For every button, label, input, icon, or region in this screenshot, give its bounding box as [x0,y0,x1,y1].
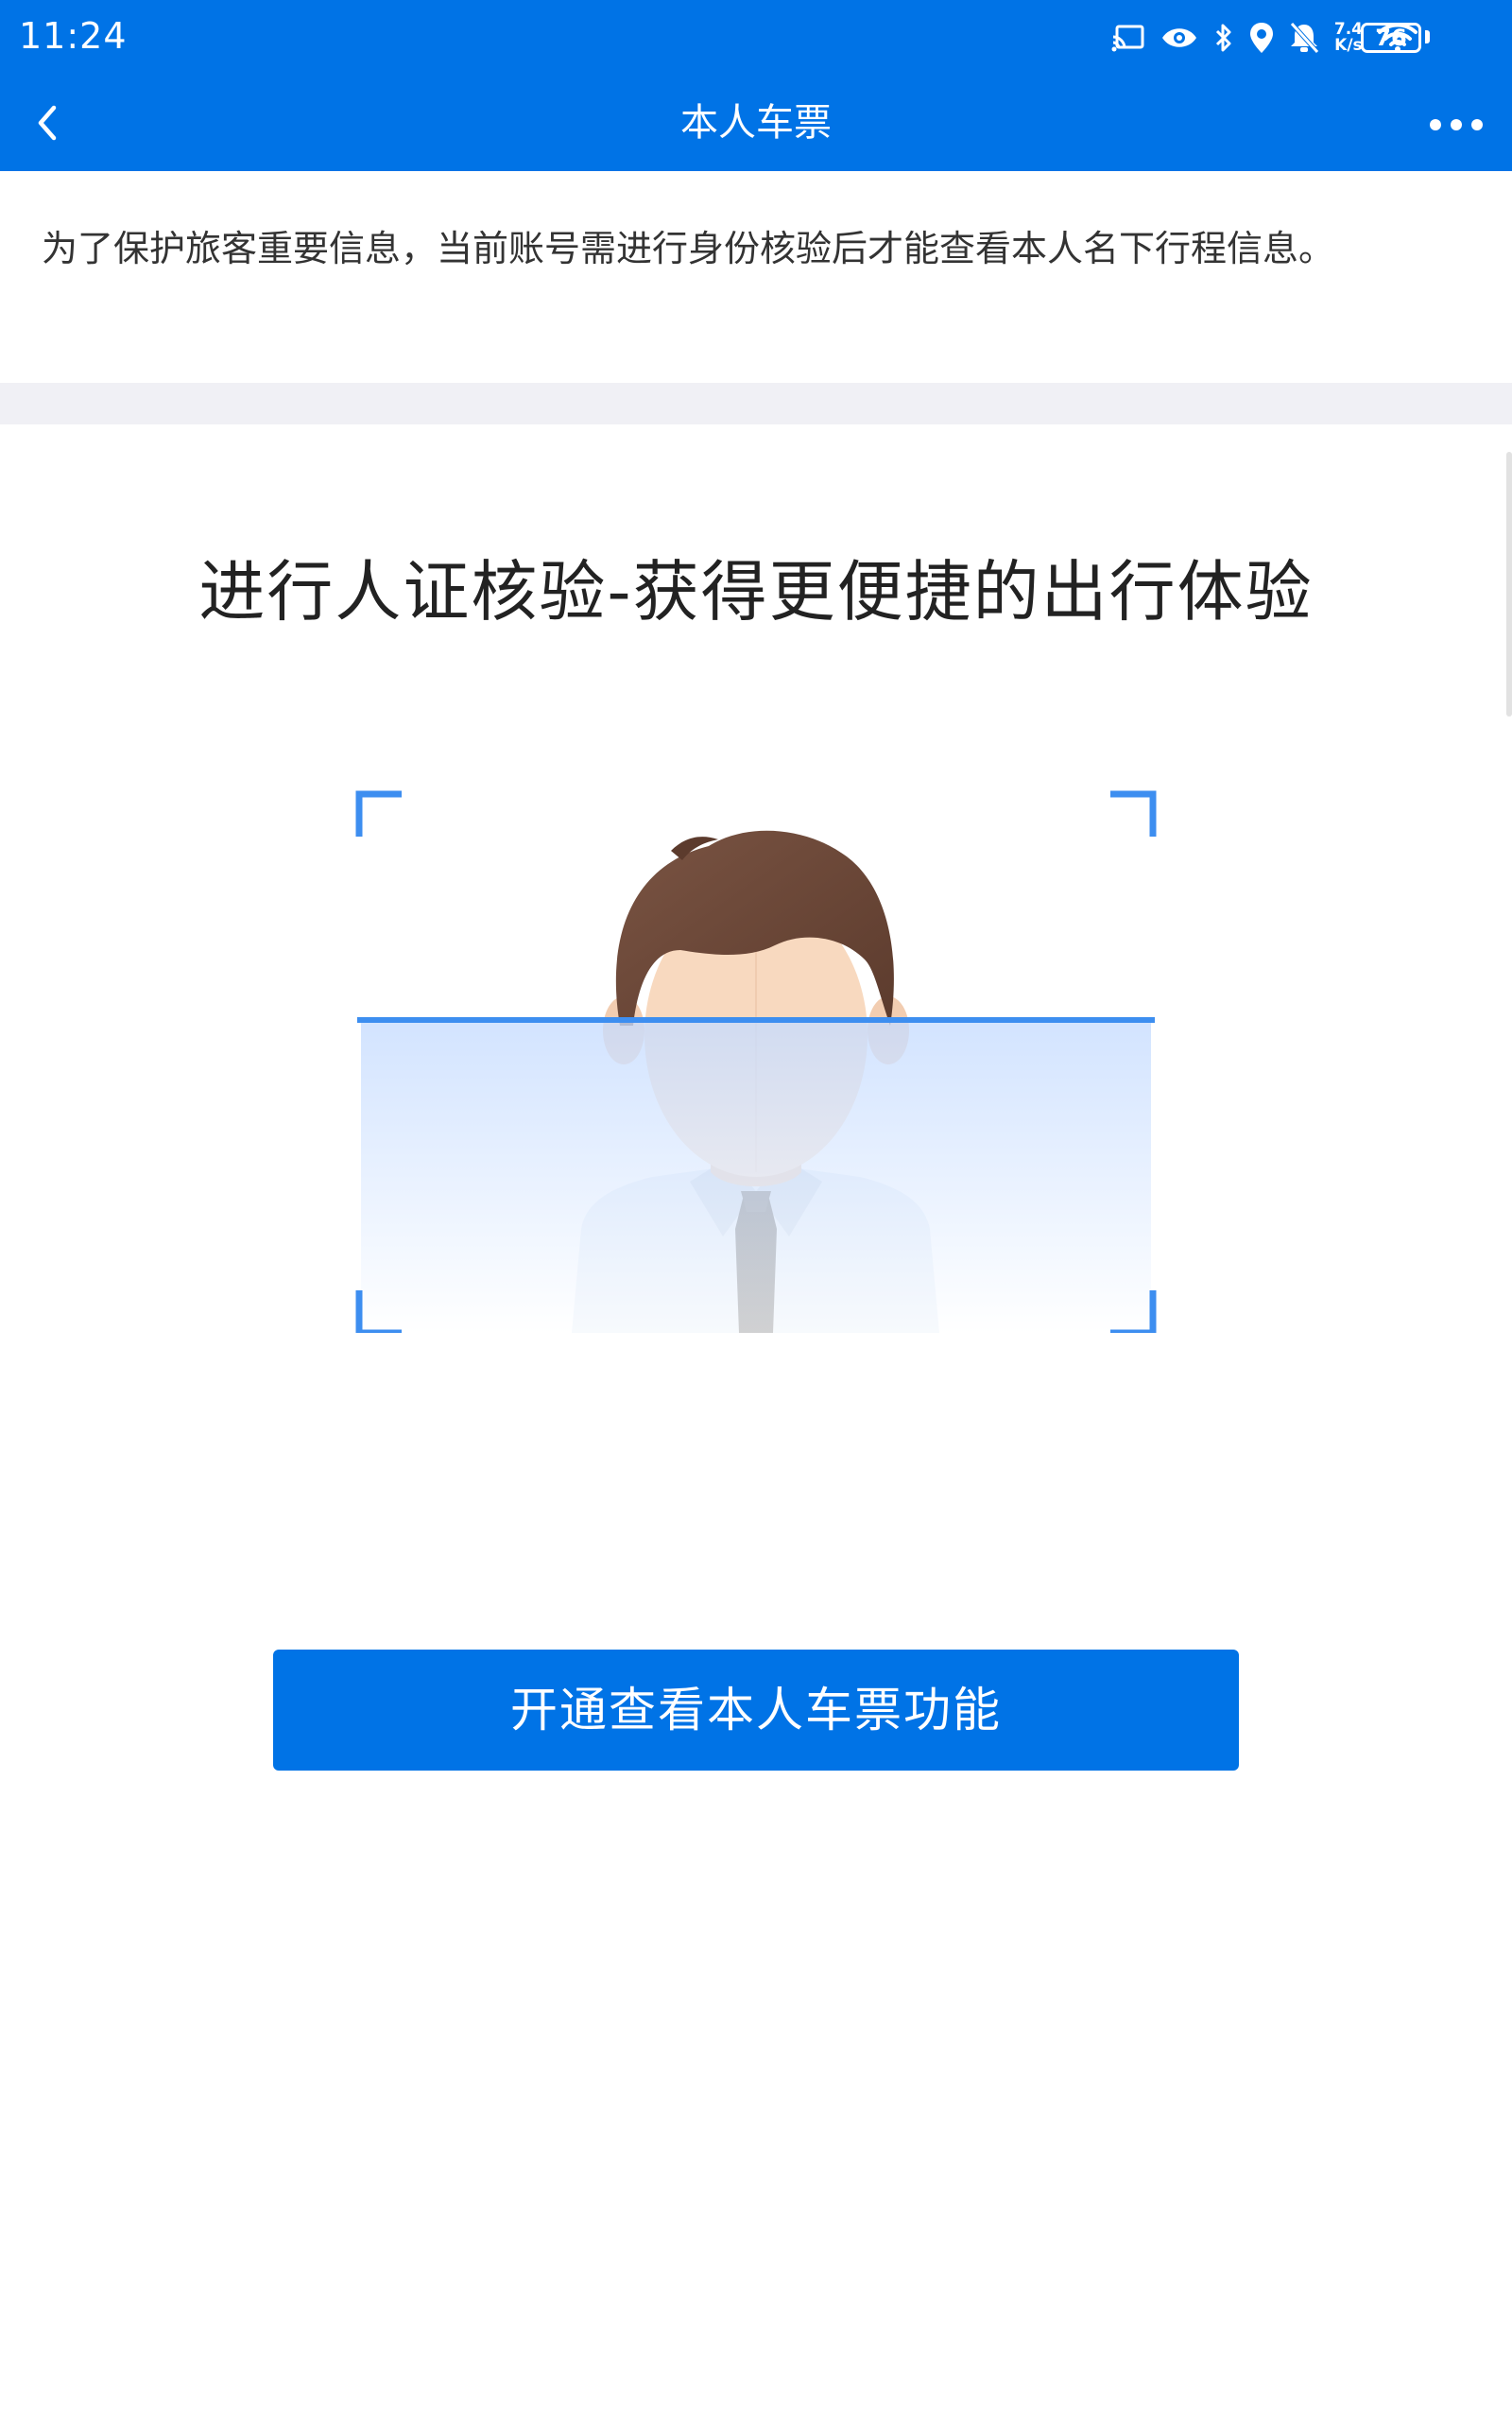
section-divider [0,383,1512,424]
more-icon-dot [1451,119,1462,130]
eye-icon [1161,28,1196,47]
net-speed: 7.4 K/s [1334,22,1363,54]
status-time: 11:24 [19,15,128,57]
mute-icon [1290,22,1319,54]
more-button[interactable] [1414,102,1499,147]
bluetooth-icon [1215,24,1231,52]
nav-bar: 本人车票 [0,76,1512,171]
status-bar: 11:24 7.4 K/s 76 [0,0,1512,76]
battery-level: 76 [1361,23,1421,53]
more-icon-dot [1430,119,1441,130]
net-speed-unit: K/s [1334,36,1363,55]
app-header: 11:24 7.4 K/s 76 本人车票 [0,0,1512,171]
cast-icon [1111,25,1144,52]
more-icon-dot [1471,119,1483,130]
verification-headline: 进行人证核验-获得更便捷的出行体验 [198,553,1314,631]
face-scan-illustration [350,785,1162,1333]
page-title: 本人车票 [680,101,832,145]
battery-icon: 76 [1361,23,1430,53]
enable-ticket-view-button[interactable]: 开通查看本人车票功能 [273,1650,1239,1771]
location-icon [1249,23,1273,53]
notice-text: 为了保护旅客重要信息，当前账号需进行身份核验后才能查看本人名下行程信息。 [0,171,1512,383]
